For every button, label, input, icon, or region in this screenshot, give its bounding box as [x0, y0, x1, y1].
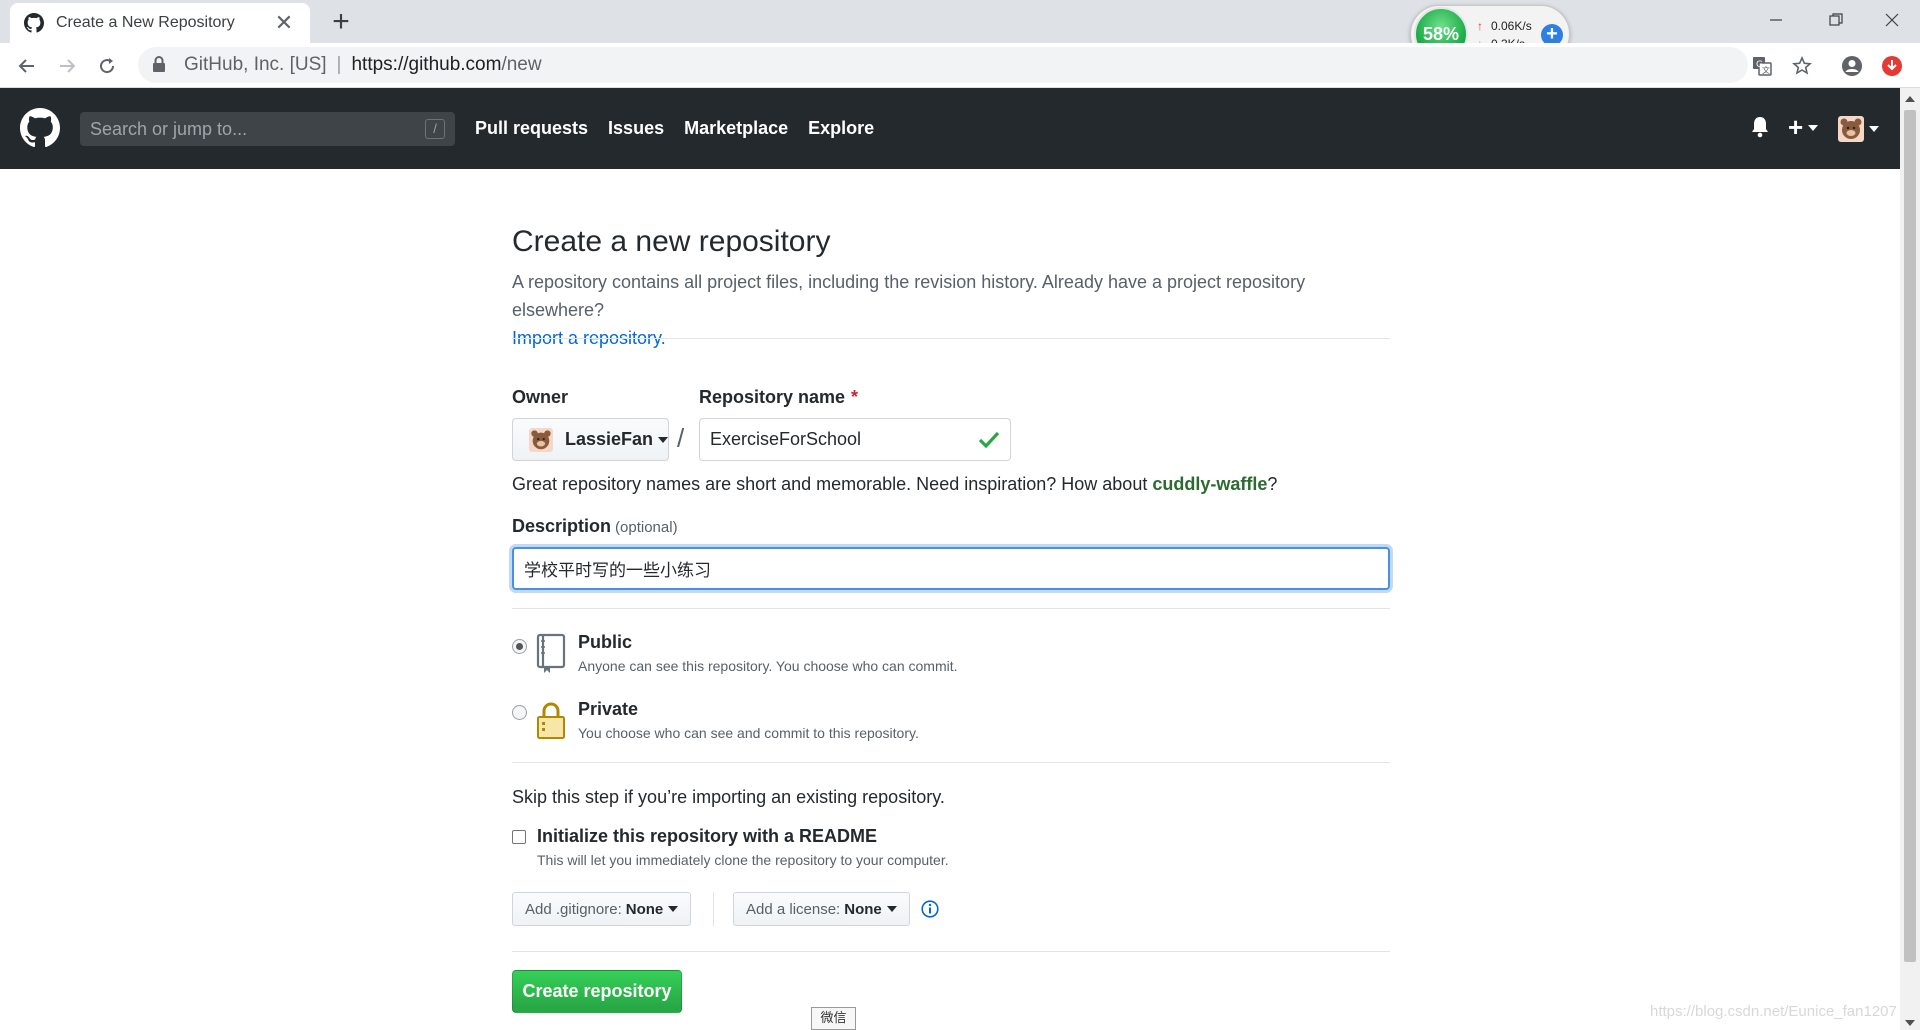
owner-dropdown[interactable]: LassieFan [512, 418, 669, 461]
nav-explore[interactable]: Explore [808, 118, 874, 139]
watermark: https://blog.csdn.net/Eunice_fan1207 [1650, 1003, 1897, 1020]
checkmark-icon [978, 430, 1000, 450]
divider [512, 608, 1390, 609]
repo-book-icon [536, 633, 566, 673]
owner-label: Owner [512, 387, 569, 407]
nav-issues[interactable]: Issues [608, 118, 664, 139]
user-menu-dropdown[interactable] [1838, 116, 1879, 142]
back-icon[interactable] [10, 49, 44, 83]
window-close-icon[interactable] [1862, 0, 1920, 40]
vertical-divider [713, 892, 714, 926]
repo-name-label: Repository name * [699, 387, 858, 408]
license-value: None [844, 900, 882, 918]
public-description: Anyone can see this repository. You choo… [578, 658, 958, 674]
github-favicon-icon [24, 13, 44, 33]
browser-tab[interactable]: Create a New Repository ✕ [10, 3, 310, 43]
readme-description: This will let you immediately clone the … [537, 852, 949, 868]
private-description: You choose who can see and commit to thi… [578, 725, 919, 741]
create-repository-button[interactable]: Create repository [512, 970, 682, 1013]
create-new-dropdown[interactable]: + [1788, 112, 1819, 143]
repo-name-field [699, 418, 1011, 461]
readme-checkbox[interactable] [512, 830, 526, 844]
description-label: Description (optional) [512, 516, 678, 537]
browser-toolbar: GitHub, Inc. [US] | https://github.com/n… [0, 43, 1920, 88]
plus-icon: + [1788, 112, 1804, 142]
address-bar[interactable]: GitHub, Inc. [US] | https://github.com/n… [138, 47, 1748, 83]
scroll-thumb[interactable] [1904, 110, 1916, 962]
lock-icon [152, 56, 170, 74]
skip-step-text: Skip this step if you’re importing an ex… [512, 787, 945, 807]
divider [512, 338, 1390, 339]
bookmark-star-icon[interactable] [1787, 51, 1817, 81]
repo-name-label-text: Repository name [699, 387, 846, 407]
github-search: / [80, 112, 455, 146]
public-title: Public [578, 632, 633, 652]
required-mark: * [851, 387, 859, 407]
scroll-up-icon[interactable] [1905, 96, 1915, 102]
github-nav: Pull requests Issues Marketplace Explore [475, 118, 874, 139]
license-label: Add a license: [746, 900, 841, 918]
restore-icon[interactable] [1806, 0, 1866, 40]
gitignore-value: None [625, 900, 664, 918]
divider [512, 951, 1390, 952]
scroll-down-icon[interactable] [1905, 1020, 1915, 1026]
notifications-bell-icon[interactable] [1750, 116, 1770, 138]
translate-icon[interactable]: G文 [1747, 51, 1777, 81]
search-input[interactable] [80, 112, 455, 146]
owner-name: LassieFan [564, 429, 653, 449]
description-input[interactable] [514, 549, 1388, 588]
subtitle-text: A repository contains all project files,… [512, 272, 1306, 320]
browser-tab-strip: Create a New Repository ✕ + [0, 0, 1920, 43]
extension-icon[interactable] [1877, 51, 1907, 81]
divider [512, 762, 1390, 763]
upload-rate: 0.06K/s [1477, 17, 1532, 35]
tab-close-icon[interactable]: ✕ [272, 11, 296, 35]
forward-icon[interactable] [50, 49, 84, 83]
gitignore-dropdown[interactable]: Add .gitignore: None [512, 892, 692, 926]
hint-prefix: Great repository names are short and mem… [512, 474, 1153, 494]
private-title: Private [578, 699, 639, 719]
name-suggestion[interactable]: cuddly-waffle [1152, 474, 1267, 494]
page-title: Create a new repository [512, 225, 831, 258]
reload-icon[interactable] [90, 49, 124, 83]
github-logo-icon[interactable] [20, 108, 60, 148]
public-radio[interactable] [512, 639, 527, 654]
owner-avatar [529, 427, 553, 452]
owner-repo-slash: / [677, 423, 685, 453]
license-dropdown[interactable]: Add a license: None [733, 892, 910, 926]
minimize-icon[interactable] [1746, 0, 1806, 40]
optional-hint: (optional) [615, 519, 678, 536]
nav-pull-requests[interactable]: Pull requests [475, 118, 588, 139]
readme-title: Initialize this repository with a README [537, 826, 878, 846]
nav-marketplace[interactable]: Marketplace [684, 118, 788, 139]
private-radio[interactable] [512, 705, 527, 720]
user-avatar [1838, 116, 1864, 142]
profile-icon[interactable] [1837, 51, 1867, 81]
hint-suffix: ? [1267, 474, 1278, 494]
info-icon[interactable] [921, 900, 939, 918]
caret-down-icon [658, 436, 668, 443]
description-label-text: Description [512, 516, 612, 536]
repo-name-input[interactable] [700, 419, 1010, 460]
tab-title: Create a New Repository [56, 14, 235, 31]
site-identity: GitHub, Inc. [US] [184, 54, 327, 75]
gitignore-label: Add .gitignore: [525, 900, 622, 918]
repo-name-hint: Great repository names are short and mem… [512, 474, 1277, 495]
caret-down-icon [886, 906, 897, 912]
url-host: https://github.com [351, 54, 502, 75]
page-scrollbar[interactable] [1900, 88, 1920, 1030]
description-field [512, 547, 1390, 590]
new-tab-button[interactable]: + [324, 6, 358, 40]
caret-down-icon [1869, 126, 1879, 132]
svg-text:文: 文 [1762, 65, 1770, 75]
url-separator: | [336, 54, 342, 75]
wechat-tooltip: 微信 [811, 1007, 856, 1030]
page-subtitle: A repository contains all project files,… [512, 268, 1390, 352]
github-header: / Pull requests Issues Marketplace Explo… [0, 88, 1900, 169]
caret-down-icon [1808, 124, 1819, 131]
url-path: /new [501, 54, 542, 75]
lock-icon [536, 700, 566, 740]
caret-down-icon [668, 906, 679, 912]
search-shortcut-key: / [425, 119, 445, 139]
